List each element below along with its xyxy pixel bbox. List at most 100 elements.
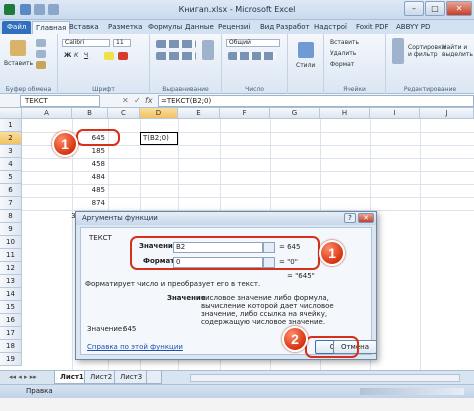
column-header[interactable]: E (178, 108, 220, 119)
font-color-icon[interactable] (118, 52, 128, 60)
merge-icon[interactable] (202, 40, 214, 60)
cell-b5[interactable]: 484 (72, 171, 108, 183)
align-icons[interactable] (156, 40, 196, 48)
row-header[interactable]: 5 (0, 171, 22, 184)
cut-icon[interactable] (36, 39, 46, 47)
confirm-formula-icon[interactable]: ✓ (134, 96, 141, 105)
column-header[interactable]: D (140, 108, 178, 119)
arg-description-text: числовое значение либо формула, вычислен… (201, 294, 334, 326)
formula-bar: ТЕКСТ ✕ ✓ fx =ТЕКСТ(B2;0) (0, 94, 474, 108)
row-header[interactable]: 3 (0, 145, 22, 158)
window-title: Книгаn.xlsx - Microsoft Excel (178, 5, 296, 14)
column-header[interactable]: A (22, 108, 72, 119)
help-link[interactable]: Справка по этой функции (87, 343, 183, 351)
row-header[interactable]: 18 (0, 340, 22, 353)
tab-page-layout[interactable]: Разметка (108, 21, 142, 34)
clipboard-group-label: Буфер обмена (5, 86, 52, 93)
insert-cells-button[interactable]: Вставить (330, 39, 359, 46)
tab-review[interactable]: Рецензиі (218, 21, 250, 34)
find-select-button[interactable]: Найти и выделить (442, 44, 473, 58)
styles-button[interactable]: Стили (296, 62, 315, 69)
font-name-select[interactable]: Calibri (62, 39, 110, 47)
column-header[interactable]: F (220, 108, 270, 119)
insert-function-icon[interactable]: fx (145, 96, 153, 105)
bold-icon[interactable]: Ж (64, 52, 71, 59)
name-box[interactable]: ТЕКСТ (20, 95, 100, 107)
row-header[interactable]: 17 (0, 327, 22, 340)
paste-button[interactable]: Вставить (4, 60, 33, 67)
column-header[interactable]: G (270, 108, 320, 119)
font-group: Calibri 11 Ж К Ч Шрифт (58, 34, 150, 94)
value-result: 645 (123, 325, 137, 333)
row-header[interactable]: 13 (0, 275, 22, 288)
tab-data[interactable]: Данные (185, 21, 214, 34)
row-header[interactable]: 15 (0, 301, 22, 314)
callout-ring-arguments (130, 236, 320, 270)
autosum-icon[interactable] (392, 38, 404, 64)
underline-icon[interactable]: Ч (84, 52, 88, 59)
row-header[interactable]: 6 (0, 184, 22, 197)
callout-badge: 1 (319, 240, 345, 266)
sort-filter-button[interactable]: Сортировка и фильтр (408, 44, 445, 58)
format-painter-icon[interactable] (36, 61, 46, 69)
sheet-tab[interactable]: Лист3 (114, 371, 149, 384)
tab-addins[interactable]: Надстрої (314, 21, 347, 34)
zoom-slider[interactable] (360, 388, 464, 395)
row-header[interactable]: 16 (0, 314, 22, 327)
alignment-group: Выравнивание (150, 34, 222, 94)
maximize-button[interactable]: □ (425, 1, 445, 16)
row-header[interactable]: 19 (0, 353, 22, 366)
status-mode: Правка (26, 387, 53, 395)
close-window-button[interactable]: ✕ (446, 1, 472, 16)
paste-icon[interactable] (10, 40, 26, 56)
active-cell-d2[interactable]: Т(B2;0) (140, 132, 178, 145)
cell-b6[interactable]: 485 (72, 184, 108, 196)
format-cells-button[interactable]: Формат (330, 61, 354, 68)
minimize-button[interactable]: – (404, 1, 424, 16)
column-header[interactable]: J (420, 108, 474, 119)
column-header[interactable]: H (320, 108, 370, 119)
cell-b4[interactable]: 458 (72, 158, 108, 170)
row-header[interactable]: 12 (0, 262, 22, 275)
indent-icons[interactable] (156, 52, 196, 60)
formula-input[interactable]: =ТЕКСТ(B2;0) (158, 95, 474, 107)
tab-abbyy[interactable]: ABBYY PD (396, 21, 430, 34)
tab-formulas[interactable]: Формулы (148, 21, 182, 34)
row-header[interactable]: 8 (0, 210, 22, 223)
italic-icon[interactable]: К (74, 52, 78, 59)
number-format-icons[interactable] (228, 52, 276, 60)
row-header[interactable]: 4 (0, 158, 22, 171)
row-header[interactable]: 2 (0, 132, 22, 145)
column-header[interactable]: C (108, 108, 140, 119)
delete-cells-button[interactable]: Удалить (330, 50, 356, 57)
help-button[interactable]: ? (344, 213, 356, 223)
font-size-select[interactable]: 11 (113, 39, 131, 47)
number-format-select[interactable]: Общий (226, 39, 280, 47)
new-sheet-icon[interactable] (146, 371, 162, 384)
row-header[interactable]: 9 (0, 223, 22, 236)
row-header[interactable]: 11 (0, 249, 22, 262)
row-header[interactable]: 1 (0, 119, 22, 132)
fill-color-icon[interactable] (104, 52, 114, 60)
tab-insert[interactable]: Вставка (69, 21, 99, 34)
dialog-title: Аргументы функции (76, 212, 376, 225)
tab-home[interactable]: Главная (32, 21, 71, 34)
tab-developer[interactable]: Разработ (276, 21, 310, 34)
tab-file[interactable]: Файл (2, 21, 32, 34)
row-header[interactable]: 10 (0, 236, 22, 249)
cancel-formula-icon[interactable]: ✕ (122, 96, 129, 105)
tab-foxit[interactable]: Foxit PDF (356, 21, 389, 34)
styles-icon[interactable] (298, 42, 314, 58)
horizontal-scrollbar[interactable] (190, 374, 460, 382)
row-header[interactable]: 14 (0, 288, 22, 301)
dialog-close-button[interactable]: ✕ (358, 213, 374, 223)
column-header[interactable]: I (370, 108, 420, 119)
select-all-corner[interactable] (0, 108, 22, 119)
cells-group: Вставить Удалить Формат Ячейки (324, 34, 386, 94)
row-header[interactable]: 7 (0, 197, 22, 210)
callout-ring-ok (305, 336, 359, 358)
copy-icon[interactable] (36, 50, 46, 58)
column-header[interactable]: B (72, 108, 108, 119)
tab-view[interactable]: Вид (260, 21, 274, 34)
sheet-nav-icons[interactable]: ◂◂ ◂ ▸ ▸▸ (4, 371, 52, 384)
